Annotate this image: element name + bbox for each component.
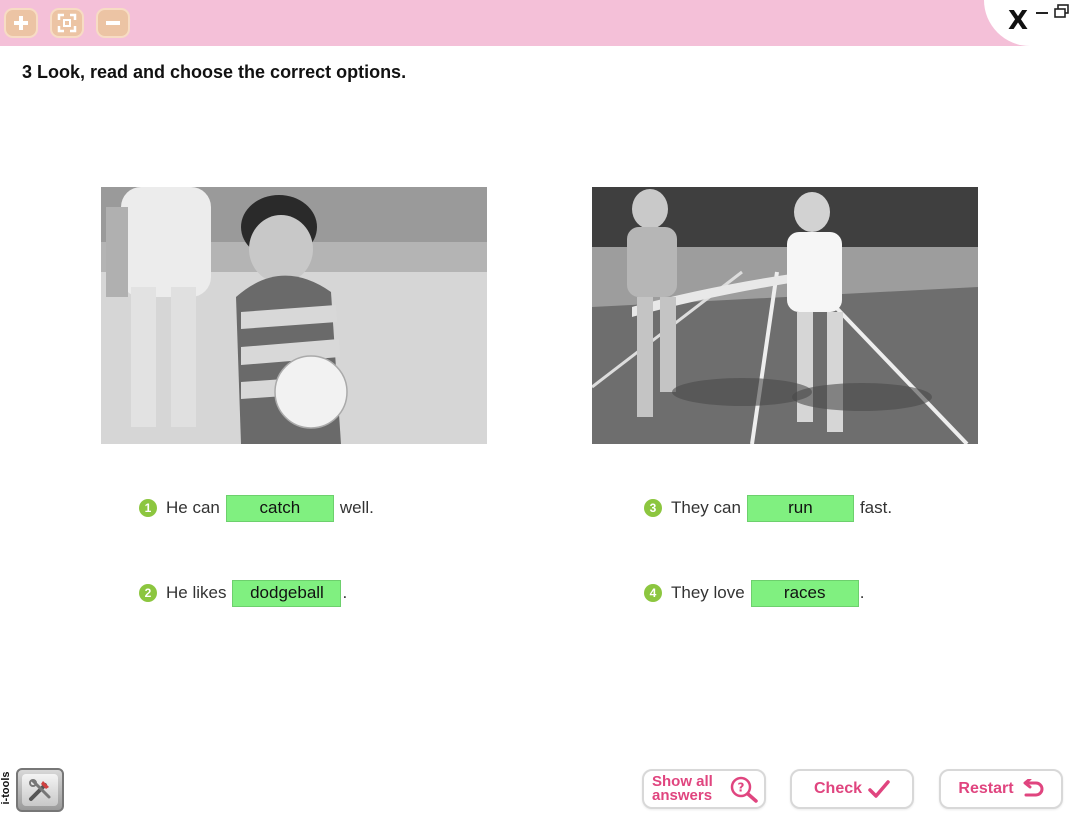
sentence-text-before: They can	[671, 498, 741, 517]
number-badge: 3	[644, 499, 662, 517]
number-badge: 1	[139, 499, 157, 517]
restart-arrow-icon	[1023, 779, 1044, 797]
sentence-text-after: .	[859, 583, 865, 602]
checkmark-icon	[868, 780, 890, 798]
sentence-1: 1 He can catch well.	[139, 494, 374, 522]
answer-field-3[interactable]: run	[746, 494, 854, 522]
show-all-answers-button[interactable]: Show all answers ?	[642, 769, 766, 809]
magnifier-question-icon: ?	[730, 776, 758, 803]
zoom-out-button[interactable]	[96, 8, 130, 38]
fit-screen-button[interactable]	[50, 8, 84, 38]
restore-window-icon[interactable]	[1054, 4, 1070, 18]
sentence-text-before: He can	[166, 498, 220, 517]
sentence-text-after: well.	[339, 498, 374, 517]
svg-text:?: ?	[738, 781, 745, 795]
restart-button[interactable]: Restart	[939, 769, 1063, 809]
number-badge: 4	[644, 584, 662, 602]
answer-field-1[interactable]: catch	[225, 494, 334, 522]
sentence-text-after: .	[342, 583, 348, 602]
sentence-4: 4 They love races .	[644, 579, 864, 607]
answer-field-2[interactable]: dodgeball	[232, 579, 342, 607]
answer-field-4[interactable]: races	[750, 579, 859, 607]
sentence-2: 2 He likes dodgeball .	[139, 579, 347, 607]
itools-label: i-tools	[0, 771, 12, 805]
plus-icon	[14, 16, 28, 30]
close-button[interactable]: X	[1008, 6, 1028, 36]
sentence-text-before: They love	[671, 583, 745, 602]
boy-with-ball-photo	[101, 187, 487, 444]
tools-icon	[29, 779, 51, 801]
itools-button[interactable]	[16, 768, 64, 812]
sentence-text-after: fast.	[859, 498, 893, 517]
zoom-in-button[interactable]	[4, 8, 38, 38]
show-all-answers-label: Show all answers	[652, 773, 713, 804]
check-button[interactable]: Check	[790, 769, 914, 809]
check-label: Check	[813, 780, 863, 797]
minus-icon	[106, 21, 120, 25]
minimize-icon[interactable]	[1036, 12, 1048, 14]
top-toolbar: X	[0, 0, 1080, 46]
fullscreen-icon	[57, 13, 77, 33]
number-badge: 2	[139, 584, 157, 602]
restart-label: Restart	[958, 780, 1014, 797]
sentence-3: 3 They can run fast.	[644, 494, 892, 522]
girls-running-race-photo	[592, 187, 978, 444]
sentence-text-before: He likes	[166, 583, 227, 602]
exercise-heading: 3 Look, read and choose the correct opti…	[22, 62, 407, 82]
